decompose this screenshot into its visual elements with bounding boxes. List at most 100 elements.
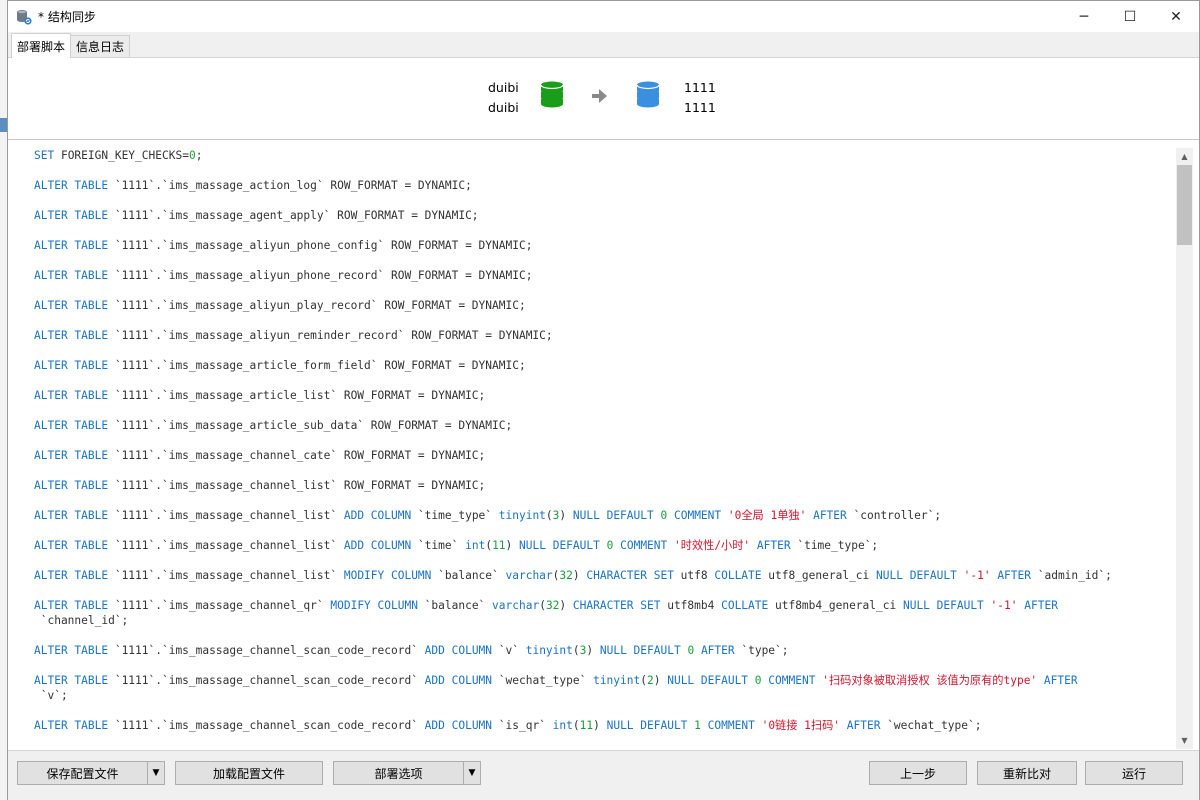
scroll-down-icon[interactable]: ▼: [1176, 732, 1193, 749]
sql-token: `1111`.`ims_massage_aliyun_phone_config`…: [108, 239, 533, 252]
sql-token: ALTER TABLE: [34, 329, 109, 342]
vertical-scrollbar[interactable]: ▲ ▼: [1176, 148, 1193, 749]
sql-token: ): [559, 599, 573, 612]
load-config-button[interactable]: 加载配置文件: [175, 761, 323, 785]
sql-token: 0: [754, 674, 762, 687]
sql-token: `is_qr`: [492, 719, 553, 732]
sql-token: varchar: [505, 569, 553, 582]
scrollbar-thumb[interactable]: [1177, 165, 1192, 245]
close-icon: ✕: [1170, 8, 1182, 25]
run-button[interactable]: 运行: [1085, 761, 1183, 785]
sql-statement: ALTER TABLE `1111`.`ims_massage_aliyun_p…: [34, 238, 1179, 253]
sql-token: ): [586, 644, 600, 657]
sql-token: `1111`.`ims_massage_channel_qr`: [108, 599, 331, 612]
sql-token: COMMENT: [768, 674, 816, 687]
sql-token: AFTER: [997, 569, 1031, 582]
sql-token: ALTER TABLE: [34, 539, 109, 552]
sql-token: ALTER TABLE: [34, 569, 109, 582]
sql-token: AFTER: [1043, 674, 1078, 687]
sql-token: MODIFY COLUMN: [330, 599, 418, 612]
sql-token: ALTER TABLE: [34, 719, 109, 732]
sql-token: 1: [694, 719, 701, 732]
scroll-up-icon[interactable]: ▲: [1176, 148, 1193, 165]
sql-statement: ALTER TABLE `1111`.`ims_massage_aliyun_r…: [34, 328, 1179, 343]
target-database-icon: [636, 81, 660, 112]
sql-token: ): [559, 509, 573, 522]
deploy-options-dropdown-icon[interactable]: ▼: [463, 762, 480, 784]
sql-token: `controller`;: [846, 509, 942, 522]
sql-token: AFTER: [756, 539, 791, 552]
target-database-name: 1111: [684, 100, 716, 115]
sql-statement: ALTER TABLE `1111`.`ims_massage_channel_…: [34, 643, 1179, 658]
maximize-button[interactable]: ☐: [1107, 1, 1153, 32]
sql-script[interactable]: SET FOREIGN_KEY_CHECKS=0; ALTER TABLE `11…: [8, 140, 1179, 733]
sql-token: '-1': [990, 599, 1018, 612]
save-config-button[interactable]: 保存配置文件 ▼: [17, 761, 165, 785]
source-connection-name: duibi: [488, 80, 519, 95]
sql-token: ;: [195, 149, 203, 162]
sql-statement: ALTER TABLE `1111`.`ims_massage_channel_…: [34, 673, 1179, 703]
sql-token: `1111`.`ims_massage_aliyun_reminder_reco…: [108, 329, 553, 342]
sql-token: NULL DEFAULT: [667, 674, 749, 687]
tab-info-log[interactable]: 信息日志: [70, 35, 131, 57]
recompare-button[interactable]: 重新比对: [977, 761, 1077, 785]
sql-statement: ALTER TABLE `1111`.`ims_massage_article_…: [34, 388, 1179, 403]
window-controls: ─ ☐ ✕: [1061, 1, 1199, 32]
source-info: duibi duibi: [488, 78, 519, 118]
sql-token: '-1': [963, 569, 991, 582]
deploy-options-button[interactable]: 部署选项 ▼: [333, 761, 481, 785]
sql-token: ): [505, 539, 520, 552]
sql-token: `1111`.`ims_massage_article_form_field` …: [108, 359, 526, 372]
previous-step-label: 上一步: [899, 766, 936, 781]
sql-token: AFTER: [1024, 599, 1058, 612]
sql-token: utf8mb4_general_ci: [768, 599, 903, 612]
sql-token: `type`;: [734, 644, 789, 657]
sql-statement: ALTER TABLE `1111`.`ims_massage_channel_…: [34, 538, 1179, 553]
sql-token: MODIFY COLUMN: [343, 569, 432, 582]
sql-token: `time_type`: [411, 509, 499, 522]
database-sync-icon: [16, 9, 32, 25]
sql-token: 0: [188, 149, 196, 162]
sql-token: NULL DEFAULT: [572, 509, 654, 522]
sql-token: `1111`.`ims_massage_article_sub_data` RO…: [108, 419, 513, 432]
sql-token: ALTER TABLE: [34, 359, 109, 372]
minimize-icon: ─: [1079, 8, 1089, 25]
sql-token: ): [572, 569, 587, 582]
tab-deploy-script[interactable]: 部署脚本: [11, 33, 72, 58]
sql-token: (: [572, 644, 580, 657]
minimize-button[interactable]: ─: [1061, 1, 1107, 32]
previous-step-button[interactable]: 上一步: [869, 761, 967, 785]
sql-token: ADD COLUMN: [424, 674, 493, 687]
sql-token: `1111`.`ims_massage_action_log` ROW_FORM…: [108, 179, 472, 192]
sql-token: `1111`.`ims_massage_channel_list`: [108, 569, 344, 582]
sql-token: varchar: [492, 599, 540, 612]
sql-statement: ALTER TABLE `1111`.`ims_massage_aliyun_p…: [34, 298, 1179, 313]
close-button[interactable]: ✕: [1153, 1, 1199, 32]
sql-token: `1111`.`ims_massage_channel_scan_code_re…: [108, 719, 425, 732]
sql-token: 32: [559, 569, 573, 582]
sql-token: `1111`.`ims_massage_agent_apply` ROW_FOR…: [108, 209, 479, 222]
sql-token: `v`;: [40, 689, 68, 702]
sql-statement: ALTER TABLE `1111`.`ims_massage_aliyun_p…: [34, 268, 1179, 283]
sql-token: '0全局 1单独': [727, 509, 807, 522]
target-connection-name: 1111: [684, 80, 716, 95]
sql-token: ALTER TABLE: [34, 209, 109, 222]
sql-token: `1111`.`ims_massage_channel_list`: [108, 509, 344, 522]
sql-token: '时效性/小时': [674, 539, 751, 552]
sql-statement: ALTER TABLE `1111`.`ims_massage_channel_…: [34, 508, 1179, 523]
window-title: * 结构同步: [38, 10, 96, 24]
save-config-dropdown-icon[interactable]: ▼: [147, 762, 164, 784]
sql-token: tinyint: [498, 509, 546, 522]
deploy-script-editor[interactable]: SET FOREIGN_KEY_CHECKS=0; ALTER TABLE `11…: [8, 140, 1179, 749]
sql-token: `wechat_type`: [492, 674, 594, 687]
sql-token: tinyint: [593, 674, 641, 687]
sql-token: COMMENT: [673, 509, 722, 522]
load-config-label: 加载配置文件: [212, 766, 285, 781]
